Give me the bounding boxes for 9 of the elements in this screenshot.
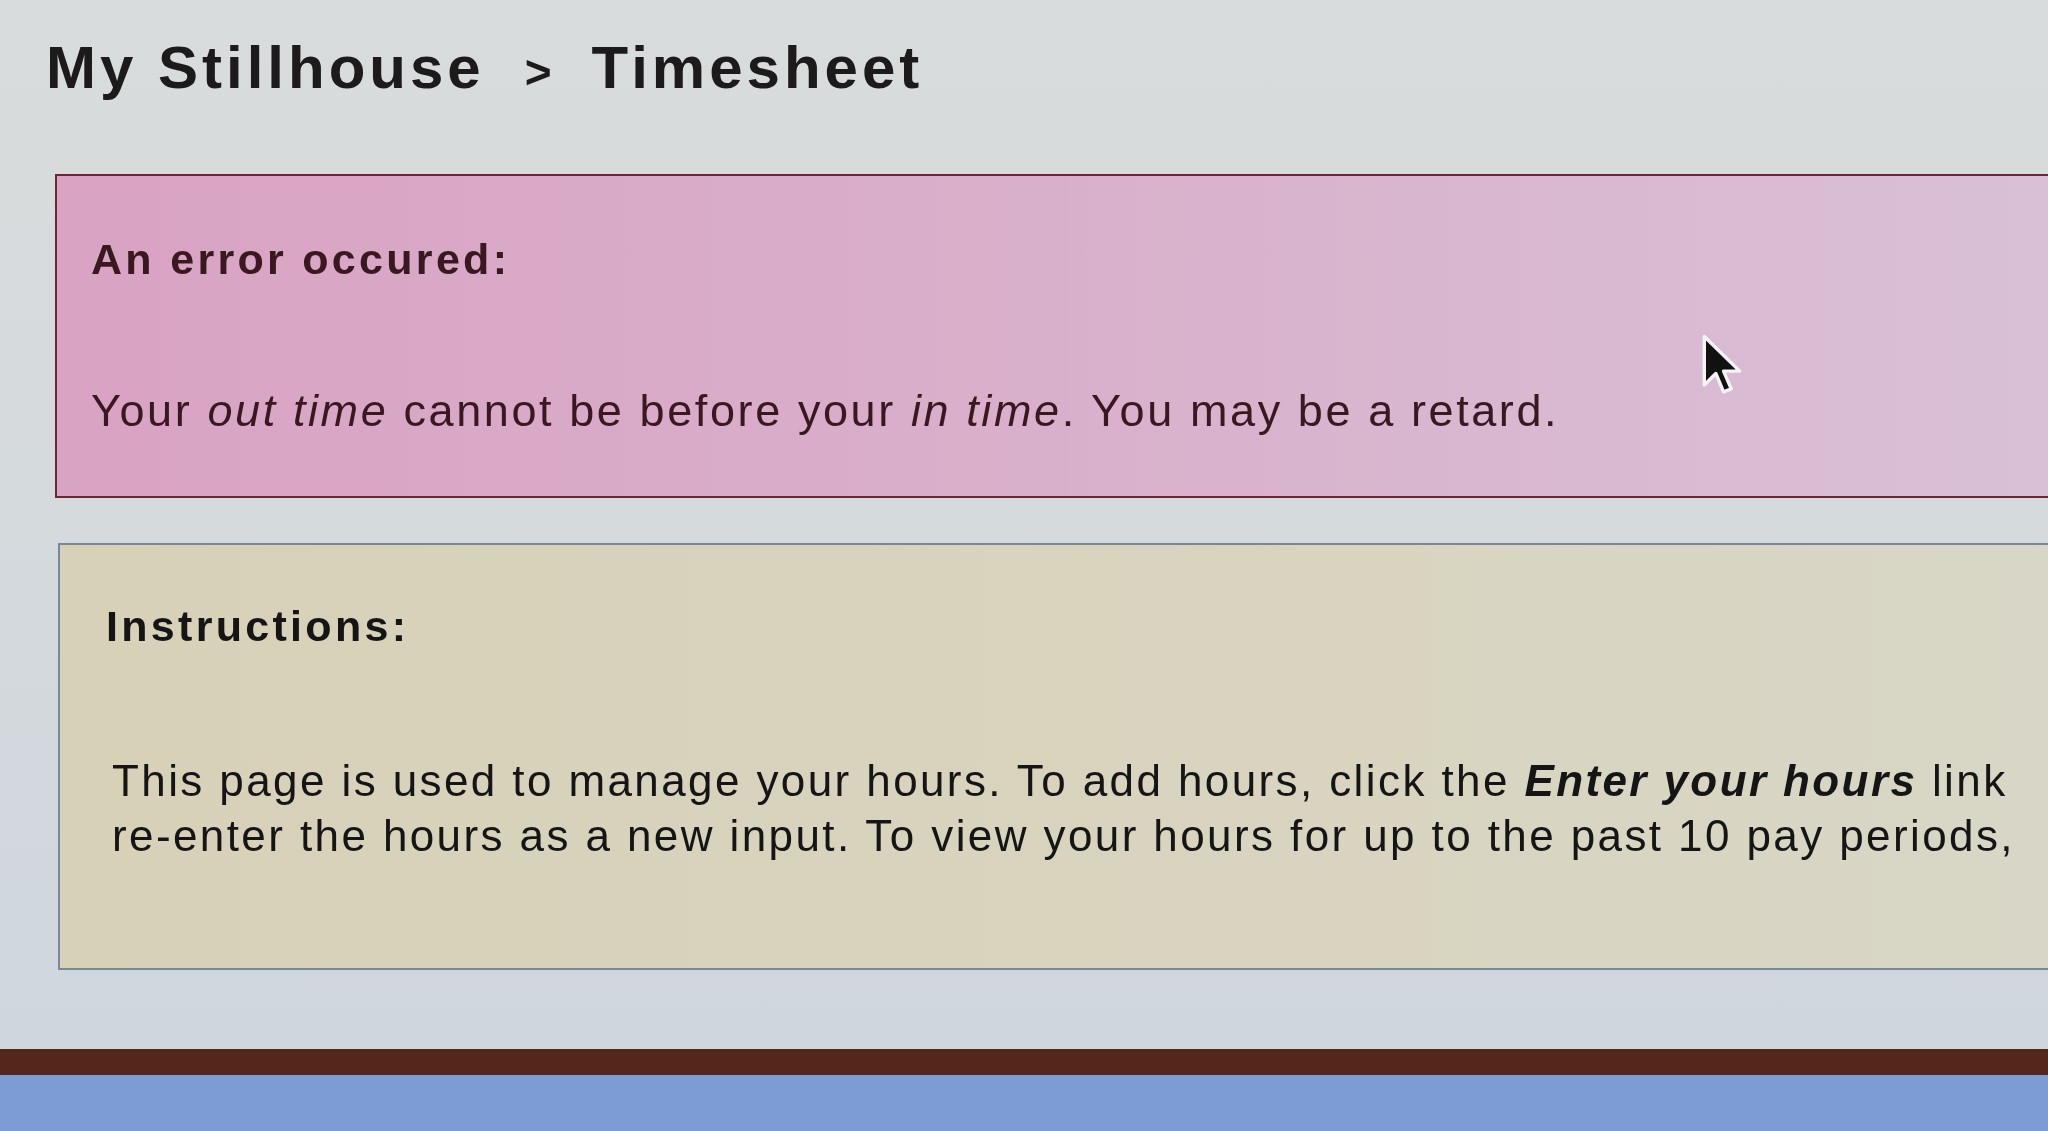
error-title: An error occured: <box>91 234 511 284</box>
error-message: Your out time cannot be before your in time. You may be a retard. <box>91 385 1560 437</box>
instructions-title: Instructions: <box>106 601 410 651</box>
instructions-text-line: re-enter the hours as a new input. To view your hours for up to the past 10 pay periods, <box>112 810 2015 862</box>
instructions-text-line: This page is used to manage your hours. To add hours, click the Enter your hours link <box>112 755 2008 807</box>
page-title: Timesheet <box>591 33 924 103</box>
breadcrumb-separator: > <box>524 45 552 100</box>
breadcrumb-link[interactable]: My Stillhouse <box>46 32 485 104</box>
mouse-pointer-icon <box>1702 334 1742 396</box>
